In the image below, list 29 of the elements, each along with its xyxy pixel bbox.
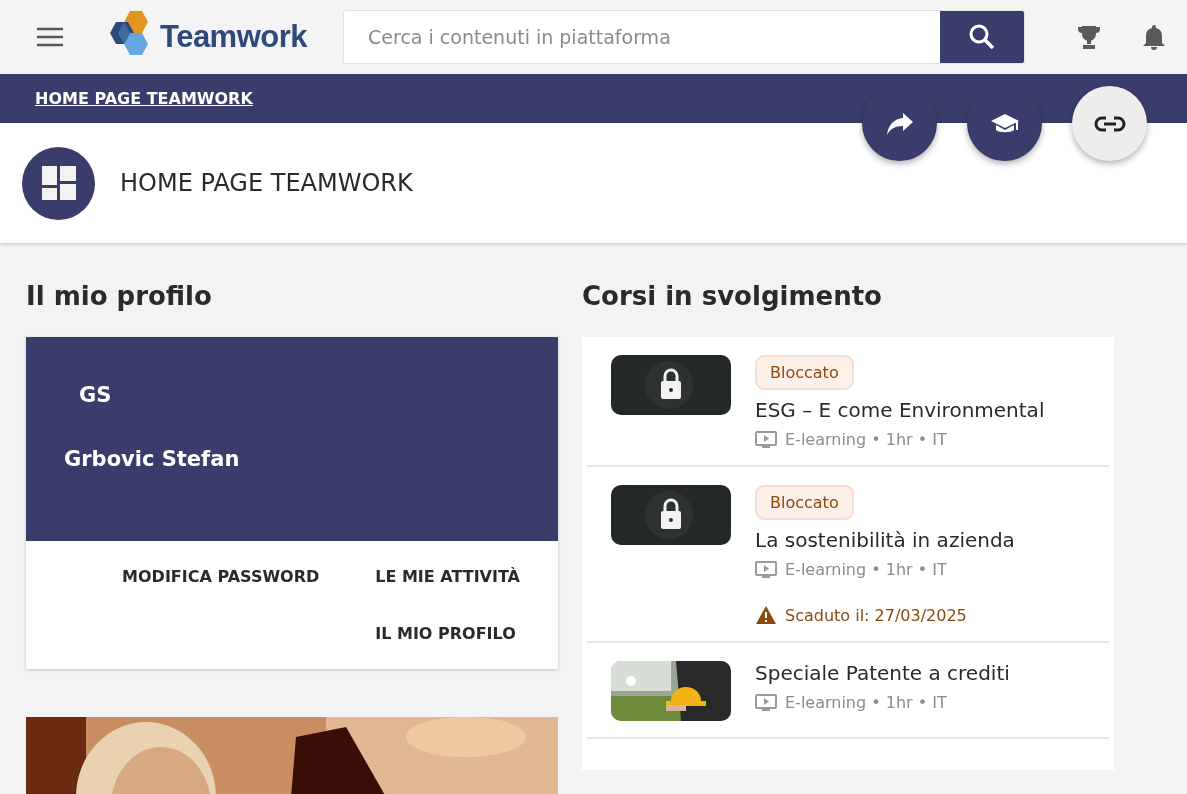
menu-icon[interactable] <box>36 27 64 47</box>
monitor-play-icon <box>755 430 777 449</box>
course-title[interactable]: ESG – E come Environmental <box>755 398 1045 422</box>
course-title[interactable]: Speciale Patente a crediti <box>755 661 1010 685</box>
logo-text: Teamwork <box>160 19 308 55</box>
page-title: HOME PAGE TEAMWORK <box>120 169 413 197</box>
monitor-play-icon <box>755 560 777 579</box>
search-button[interactable] <box>940 11 1025 63</box>
user-name: Grbovic Stefan <box>64 447 240 471</box>
section-heading: Il mio profilo <box>26 281 213 313</box>
user-initials: GS <box>79 383 112 407</box>
share-arrow-icon <box>884 110 915 137</box>
monitor-play-icon <box>755 693 777 712</box>
warning-icon <box>755 605 777 625</box>
profile-link[interactable]: MODIFICA PASSWORD <box>122 567 320 586</box>
search-field[interactable]: Cerca i contenuti in piattaforma <box>343 10 1026 64</box>
link-icon <box>1093 114 1126 133</box>
course-title[interactable]: La sostenibilità in azienda <box>755 528 1015 552</box>
course-meta: E-learning • 1hr • IT <box>785 560 947 579</box>
status-badge: Bloccato <box>755 355 854 390</box>
course-meta: E-learning • 1hr • IT <box>785 693 947 712</box>
bell-icon[interactable] <box>1141 23 1168 51</box>
status-badge: Bloccato <box>755 485 854 520</box>
breadcrumb-link[interactable]: HOME PAGE TEAMWORK <box>35 89 253 108</box>
profile-link[interactable]: IL MIO PROFILO <box>375 624 520 643</box>
profile-link[interactable]: LE MIE ATTIVITÀ <box>375 567 520 586</box>
expiry-warning: Scaduto il: 27/03/2025 <box>785 605 967 625</box>
section-heading: Corsi in svolgimento <box>582 281 883 313</box>
course-meta: E-learning • 1hr • IT <box>785 430 947 449</box>
